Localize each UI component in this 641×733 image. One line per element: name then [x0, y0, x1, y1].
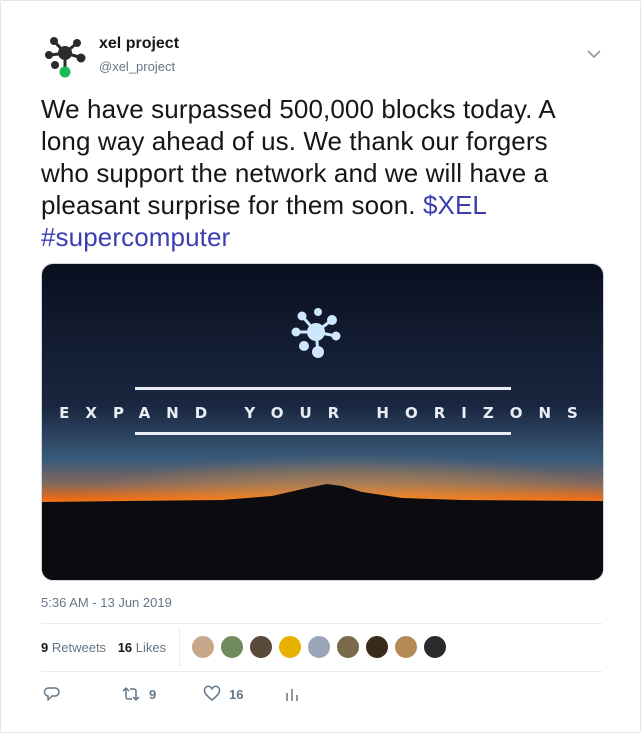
retweets-count: 9 — [41, 640, 49, 655]
liker-avatar[interactable] — [394, 635, 418, 659]
liker-avatar[interactable] — [191, 635, 215, 659]
tweet-media-image[interactable]: EXPAND YOUR HORIZONS — [41, 263, 604, 581]
stats-separator — [179, 627, 180, 667]
retweet-icon — [122, 687, 140, 701]
retweet-button[interactable]: 9 — [121, 685, 156, 703]
chevron-down-icon[interactable] — [585, 47, 603, 61]
stats-bottom-divider — [41, 671, 602, 672]
liker-avatar[interactable] — [336, 635, 360, 659]
tweet-timestamp[interactable]: 5:36 AM - 13 Jun 2019 — [41, 595, 172, 610]
liker-avatar[interactable] — [365, 635, 389, 659]
tweet-stats: 9 Retweets 16 Likes — [41, 640, 174, 655]
analytics-button[interactable] — [284, 685, 300, 703]
like-count: 16 — [229, 686, 244, 702]
media-bottom-rule — [135, 432, 511, 435]
retweets-label: Retweets — [51, 640, 107, 655]
reply-icon — [43, 687, 60, 701]
liker-avatar[interactable] — [307, 635, 331, 659]
heart-icon — [203, 685, 221, 701]
reply-button[interactable] — [43, 685, 61, 703]
author-handle[interactable]: @xel_project — [99, 59, 175, 74]
liker-avatar[interactable] — [249, 635, 273, 659]
media-top-rule — [135, 387, 511, 390]
stats-top-divider — [41, 623, 602, 624]
likes-label: Likes — [135, 640, 167, 655]
tweet-card: xel project @xel_project We have surpass… — [0, 0, 641, 733]
author-avatar[interactable] — [41, 31, 89, 79]
tweet-text: We have surpassed 500,000 blocks today. … — [41, 93, 601, 253]
retweet-count: 9 — [149, 686, 157, 702]
media-xel-logo-icon — [288, 304, 344, 360]
cashtag-link[interactable]: $XEL — [423, 190, 487, 220]
liker-avatar[interactable] — [220, 635, 244, 659]
liker-avatar[interactable] — [278, 635, 302, 659]
media-caption: EXPAND YOUR HORIZONS — [59, 404, 594, 422]
likes-count: 16 — [117, 640, 133, 655]
xel-logo-icon — [45, 37, 86, 78]
like-button[interactable]: 16 — [203, 685, 243, 703]
analytics-icon — [286, 689, 298, 701]
liker-avatar[interactable] — [423, 635, 447, 659]
author-name[interactable]: xel project — [99, 35, 179, 53]
retweets-stat[interactable]: 9 Retweets — [41, 640, 106, 655]
hashtag-link[interactable]: #supercomputer — [41, 222, 230, 252]
likes-stat[interactable]: 16 Likes — [118, 640, 166, 655]
